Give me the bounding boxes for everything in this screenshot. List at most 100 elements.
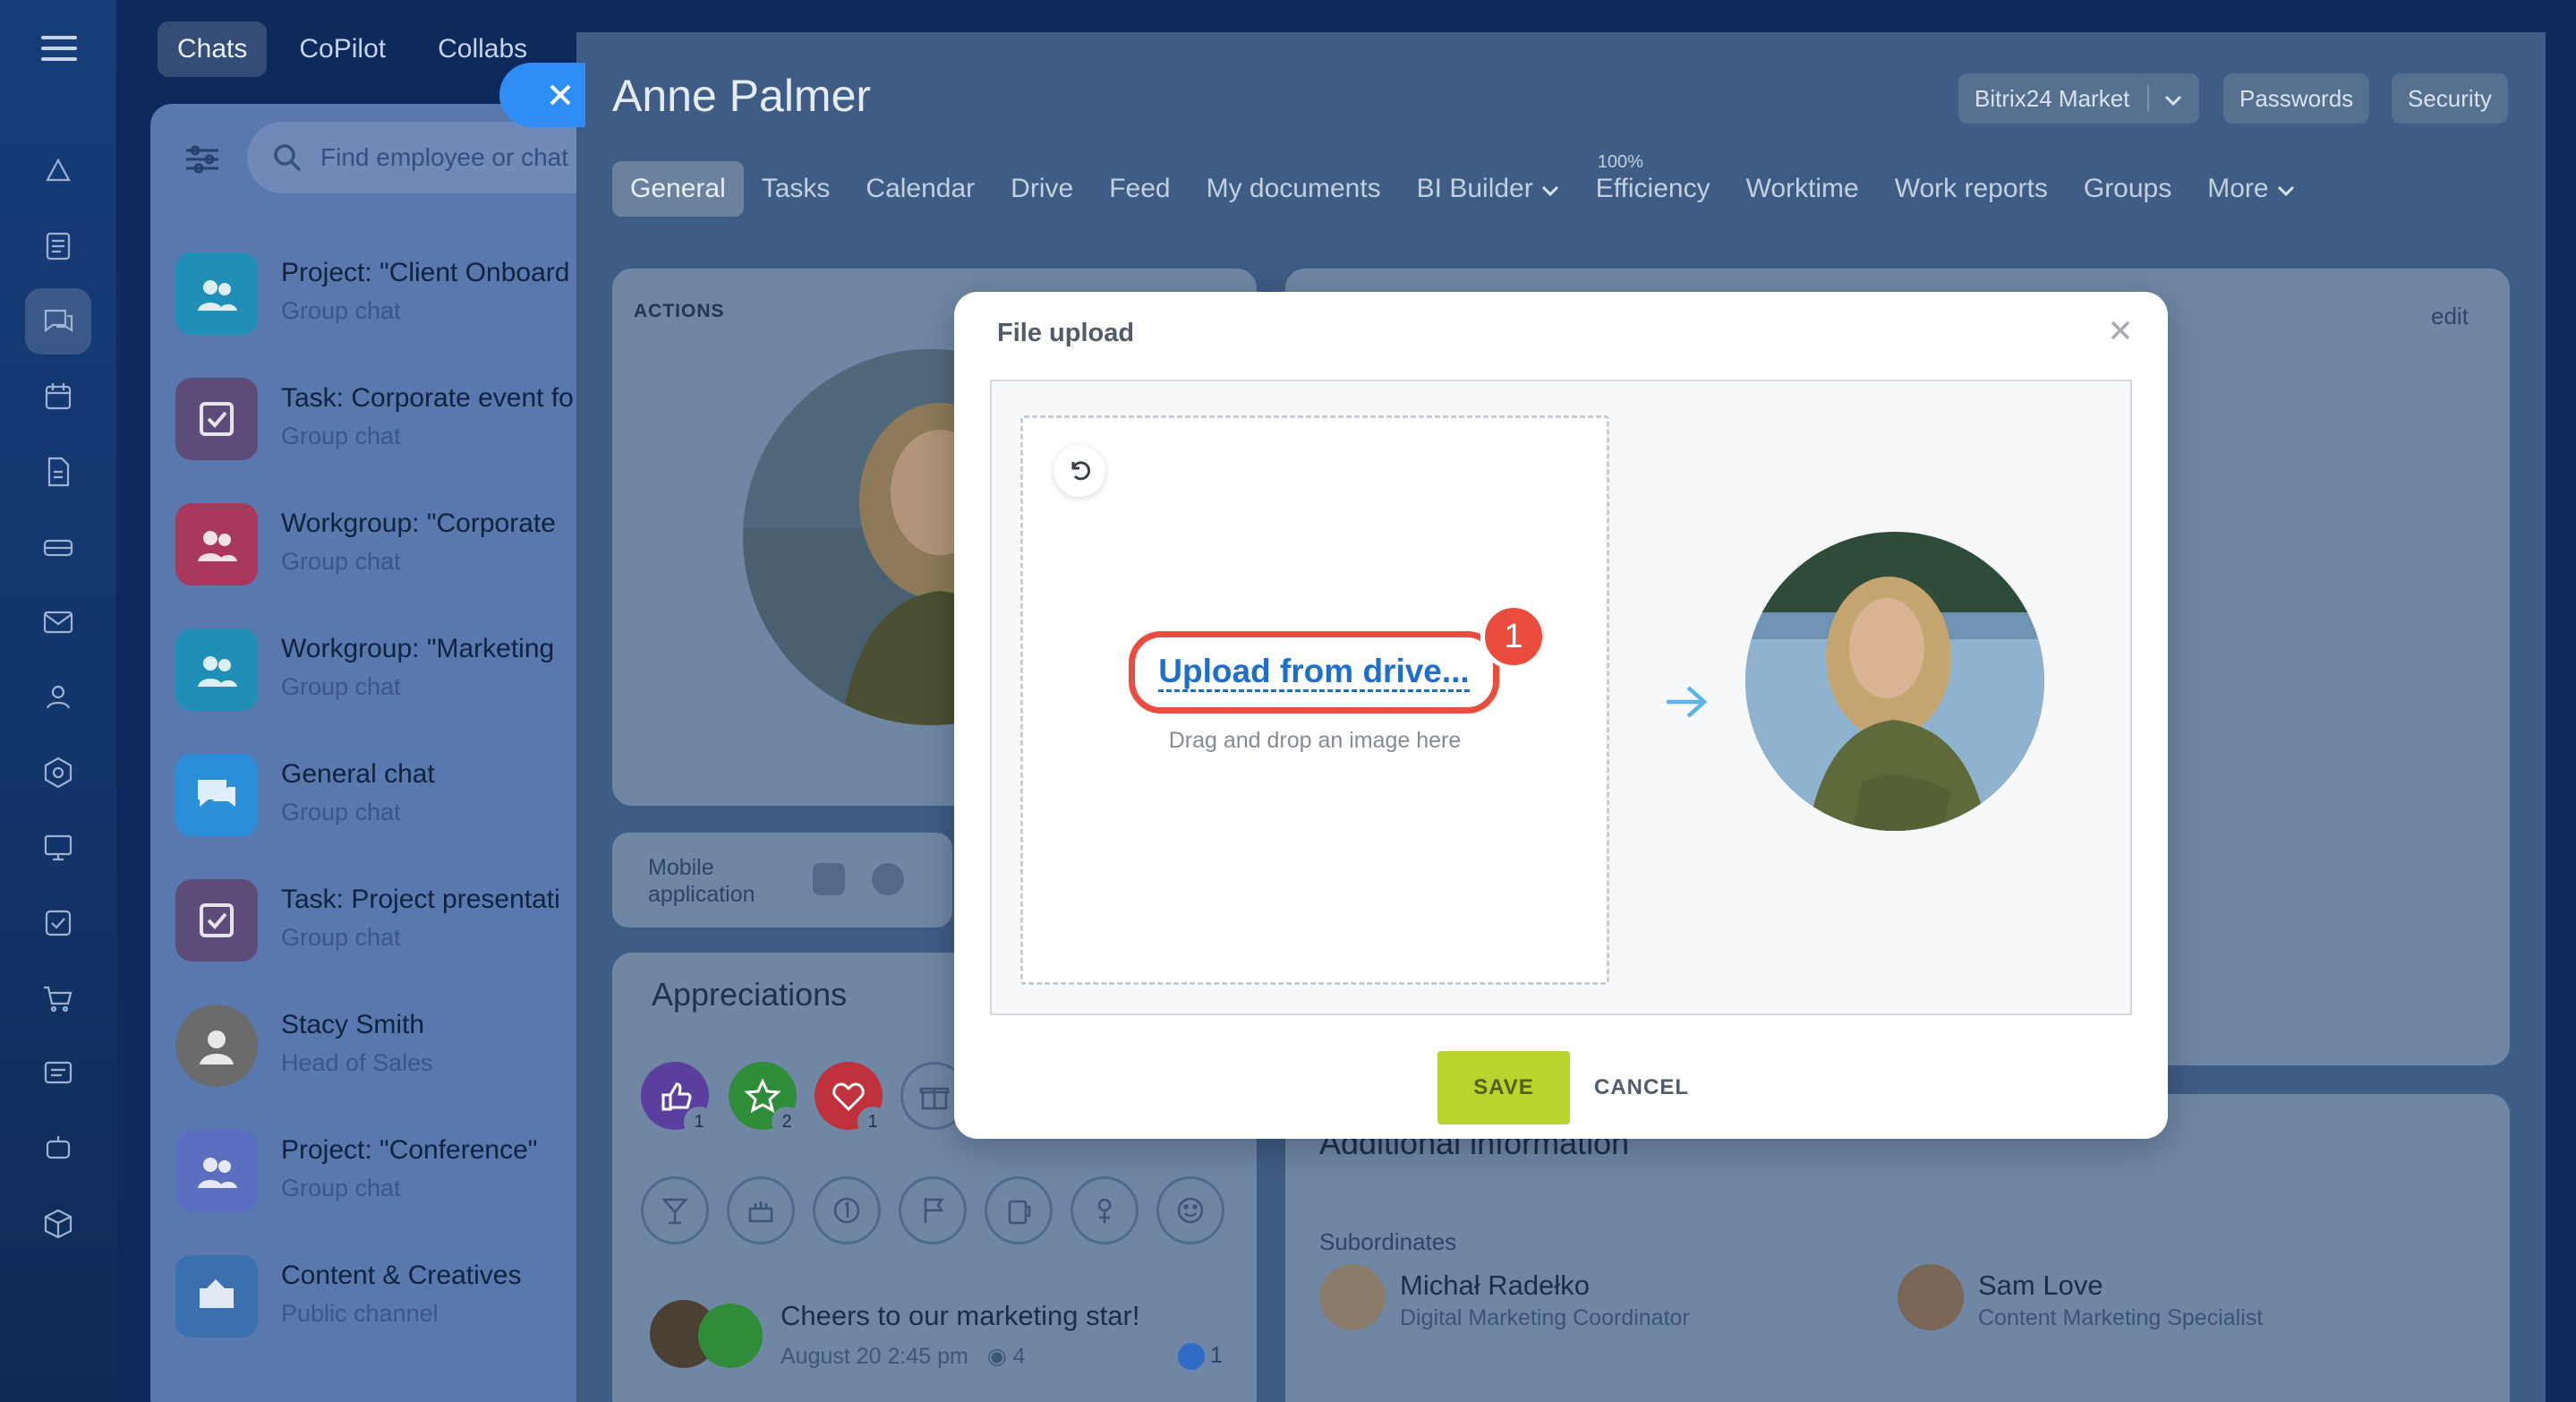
menu-icon[interactable]: [41, 36, 77, 63]
tab-chats[interactable]: Chats: [158, 21, 268, 77]
apple-icon[interactable]: [872, 863, 904, 895]
dialog-title: File upload: [997, 319, 1135, 347]
chevron-down-icon[interactable]: [2163, 85, 2183, 113]
document-icon[interactable]: [25, 439, 91, 505]
thumbs-up-badge-icon[interactable]: 1: [641, 1062, 714, 1137]
post-text[interactable]: Cheers to our marketing star!: [780, 1300, 1139, 1332]
group-icon: [175, 503, 258, 586]
arrow-right-icon: [1663, 684, 1710, 720]
tab-calendar[interactable]: Calendar: [848, 161, 993, 217]
drop-zone[interactable]: Upload from drive... 1 Drag and drop an …: [1020, 415, 1609, 985]
tab-copilot[interactable]: CoPilot: [279, 21, 405, 77]
undo-icon[interactable]: [1053, 445, 1105, 497]
number-one-icon[interactable]: [813, 1176, 881, 1244]
drive-icon[interactable]: [25, 514, 91, 580]
cake-icon[interactable]: [727, 1176, 795, 1244]
chat-name: Task: Corporate event fo: [281, 383, 574, 413]
chats-icon[interactable]: [25, 288, 91, 355]
subordinate-name: Sam Love: [1978, 1269, 2103, 1301]
contacts-icon[interactable]: [25, 664, 91, 731]
upload-from-drive-link[interactable]: Upload from drive...: [1135, 637, 1493, 707]
tab-worktime[interactable]: Worktime: [1728, 161, 1877, 217]
chat-subtitle: Group chat: [281, 799, 401, 825]
cocktail-icon[interactable]: [641, 1176, 709, 1244]
mail-icon[interactable]: [25, 589, 91, 655]
badge-count: 1: [857, 1107, 888, 1137]
chat-list-item[interactable]: Project: "Conference" Group chat: [175, 1114, 576, 1221]
chat-subtitle: Group chat: [281, 924, 401, 951]
avatar: [1898, 1264, 1964, 1330]
messages-icon[interactable]: [25, 1040, 91, 1107]
group-icon: [175, 1130, 258, 1212]
market-label: Bitrix24 Market: [1975, 84, 2130, 112]
market-button[interactable]: Bitrix24 Market: [1958, 73, 2200, 124]
passwords-button[interactable]: Passwords: [2223, 73, 2370, 124]
tab-more[interactable]: More: [2189, 161, 2313, 217]
chat-list-item[interactable]: Workgroup: "Corporate Group chat: [175, 487, 576, 594]
flag-icon[interactable]: [899, 1176, 967, 1244]
chat-list-item[interactable]: Content & Creatives Public channel: [175, 1239, 576, 1346]
chat-list-item[interactable]: Task: Corporate event fo Group chat: [175, 362, 576, 469]
edit-link[interactable]: edit: [2431, 303, 2469, 330]
hexagon-icon[interactable]: [25, 739, 91, 806]
cancel-button[interactable]: CANCEL: [1586, 1051, 1697, 1124]
like-icon[interactable]: [1178, 1343, 1205, 1370]
calendar-icon[interactable]: [25, 363, 91, 430]
heart-badge-icon[interactable]: 1: [815, 1062, 888, 1137]
channel-icon: [175, 1255, 258, 1338]
chat-name: General chat: [281, 759, 435, 789]
chat-name: Stacy Smith: [281, 1010, 425, 1039]
eye-icon: ◉: [986, 1344, 1007, 1369]
actions-menu[interactable]: ACTIONS: [634, 301, 725, 322]
filter-icon[interactable]: [183, 143, 222, 175]
chat-list-item[interactable]: Workgroup: "Marketing Group chat: [175, 612, 576, 720]
mobile-app-label: Mobile application: [648, 855, 755, 907]
chevron-down-icon: [2276, 174, 2296, 204]
task-icon: [175, 879, 258, 962]
image-preview: [1745, 532, 2044, 831]
chat-subtitle: Group chat: [281, 673, 401, 700]
close-slider-button[interactable]: [499, 63, 585, 127]
tab-general[interactable]: General: [612, 161, 744, 217]
subordinates-label: Subordinates: [1319, 1228, 1457, 1255]
robot-icon[interactable]: [25, 1116, 91, 1182]
chat-list-item[interactable]: Task: Project presentati Group chat: [175, 863, 576, 970]
beer-icon[interactable]: [985, 1176, 1053, 1244]
tab-efficiency[interactable]: 100% Efficiency: [1578, 152, 1728, 217]
smile-icon[interactable]: [1156, 1176, 1224, 1244]
chat-icon: [175, 754, 258, 836]
tab-work-reports[interactable]: Work reports: [1877, 161, 2066, 217]
tab-feed[interactable]: Feed: [1091, 161, 1188, 217]
highlight-box: Upload from drive... 1: [1129, 603, 1547, 714]
subordinate-name: Michał Radełko: [1400, 1269, 1590, 1301]
chat-subtitle: Public channel: [281, 1300, 439, 1327]
tab-label: My documents: [1206, 174, 1381, 203]
group-icon: [175, 252, 258, 335]
board-icon[interactable]: [25, 815, 91, 881]
drag-drop-hint: Drag and drop an image here: [1168, 728, 1462, 753]
security-button[interactable]: Security: [2392, 73, 2508, 124]
save-button[interactable]: SAVE: [1437, 1051, 1570, 1124]
group-icon: [175, 628, 258, 711]
tab-my-documents[interactable]: My documents: [1189, 161, 1399, 217]
chat-name: Workgroup: "Marketing: [281, 634, 555, 663]
chat-subtitle: Group chat: [281, 1175, 401, 1201]
tab-groups[interactable]: Groups: [2066, 161, 2189, 217]
cart-icon[interactable]: [25, 965, 91, 1031]
tasks-icon[interactable]: [25, 890, 91, 956]
tab-bi-builder[interactable]: BI Builder: [1399, 161, 1578, 217]
tab-tasks[interactable]: Tasks: [744, 161, 849, 217]
chat-subtitle: Group chat: [281, 423, 401, 449]
chat-list-item[interactable]: Project: "Client Onboard Group chat: [175, 236, 576, 344]
android-icon[interactable]: [813, 863, 845, 895]
sparkle-icon[interactable]: [25, 138, 91, 204]
box-icon[interactable]: [25, 1191, 91, 1257]
close-icon[interactable]: [2109, 319, 2132, 342]
chat-list-item[interactable]: General chat Group chat: [175, 738, 576, 845]
chat-list-item[interactable]: Stacy Smith Head of Sales: [175, 988, 576, 1096]
star-badge-icon[interactable]: 2: [729, 1062, 802, 1137]
tab-drive[interactable]: Drive: [993, 161, 1091, 217]
flower-icon[interactable]: [1070, 1176, 1139, 1244]
chat-subtitle: Head of Sales: [281, 1049, 433, 1076]
feed-icon[interactable]: [25, 213, 91, 279]
